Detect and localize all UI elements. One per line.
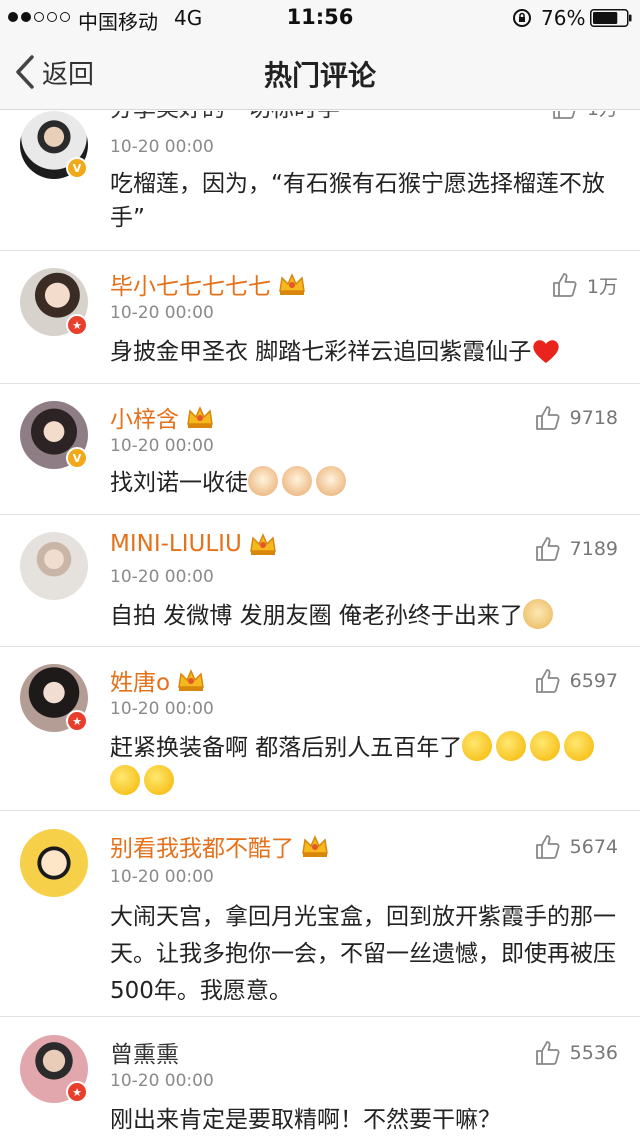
like-count: 1万 (587, 111, 618, 121)
avatar[interactable] (20, 532, 88, 600)
thumbs-up-icon (535, 669, 560, 693)
v-badge-icon: V (66, 157, 88, 179)
clap-emoji-icon (530, 731, 561, 761)
comment-time: 10-20 00:00 (110, 137, 214, 157)
heart-icon (533, 340, 559, 363)
comment-username[interactable]: MINI-LIULIU (110, 531, 278, 557)
comment-text: 找刘诺一收徒 (110, 466, 620, 500)
vip-crown-icon (249, 533, 276, 555)
comment-text: 吃榴莲，因为，“有石猴有石猴宁愿选择榴莲不放手” (110, 171, 605, 231)
vip-crown-icon (187, 406, 213, 428)
comment-text: 大闹天宫，拿回月光宝盒，回到放开紫霞手的那一天。让我多抱你一会，不留一丝遗憾，即… (110, 904, 616, 1004)
thumbs-up-icon (535, 537, 560, 561)
vip-crown-icon (279, 273, 305, 295)
thumbs-up-icon (535, 406, 560, 430)
comment-item: MINI-LIULIU 10-20 00:00 自拍 发微博 发朋友圈 俺老孙终… (0, 515, 640, 647)
vip-crown-icon (302, 835, 328, 857)
like-button[interactable]: 5536 (534, 1039, 618, 1067)
comment-item: 别看我我都不酷了 10-20 00:00 大闹天宫，拿回月光宝盒，回到放开紫霞手… (0, 811, 640, 1017)
thumbs-up-icon (535, 1041, 560, 1065)
comment-item: V 小梓含 10-20 00:00 找刘诺一收徒 9718 (0, 384, 640, 515)
like-count: 7189 (569, 538, 618, 560)
like-button[interactable]: 5674 (534, 833, 618, 861)
like-count: 5536 (569, 1042, 618, 1064)
star-badge-icon: ★ (66, 1081, 88, 1103)
comment-item: ★ 毕小七七七七七 10-20 00:00 身披金甲圣衣 脚踏七彩祥云追回紫霞仙… (0, 251, 640, 384)
comment-username[interactable]: 小梓含 (110, 400, 215, 434)
comment-username[interactable]: 姓唐o (110, 663, 206, 697)
like-button[interactable]: 9718 (534, 404, 618, 432)
comment-time: 10-20 00:00 (110, 1071, 214, 1091)
comment-text: 刚出来肯定是要取精啊！不然要干嘛？ (110, 1107, 501, 1133)
clap-emoji-icon (496, 731, 527, 761)
clap-emoji-icon (144, 765, 174, 795)
comment-time: 10-20 00:00 (110, 699, 214, 719)
battery-icon (590, 9, 632, 27)
thumbs-up-icon (553, 111, 576, 119)
like-button[interactable]: 1万 (551, 111, 618, 121)
comment-item: V 分享美好的一切标时学 10-20 00:00 吃榴莲，因为，“有石猴有石猴宁… (0, 111, 640, 251)
like-button[interactable]: 1万 (551, 271, 618, 299)
comment-username[interactable]: 别看我我都不酷了 (110, 829, 330, 863)
comment-time: 10-20 00:00 (110, 436, 214, 456)
comment-text: 赶紧换装备啊 都落后别人五百年了 (110, 731, 620, 799)
like-count: 5674 (569, 836, 618, 858)
comment-time: 10-20 00:00 (110, 867, 214, 887)
avatar[interactable] (20, 829, 88, 897)
star-badge-icon: ★ (66, 710, 88, 732)
page-title: 热门评论 (263, 59, 376, 92)
cat-emoji-icon (282, 466, 312, 496)
cat-emoji-icon (316, 466, 346, 496)
like-count: 6597 (569, 670, 618, 692)
clap-emoji-icon (564, 731, 595, 761)
comment-text: 自拍 发微博 发朋友圈 俺老孙终于出来了 (110, 599, 620, 633)
comment-item: ★ 曾熏熏 10-20 00:00 刚出来肯定是要取精啊！不然要干嘛？ 5536 (0, 1017, 640, 1138)
comment-item: ★ 姓唐o 10-20 00:00 赶紧换装备啊 都落后别人五百年了 6597 (0, 647, 640, 811)
like-count: 1万 (586, 275, 618, 298)
comment-username[interactable]: 毕小七七七七七 (110, 267, 307, 301)
navigation-bar: 返回 热门评论 (0, 36, 640, 110)
like-button[interactable]: 6597 (534, 667, 618, 695)
comment-username[interactable]: 曾熏熏 (110, 1035, 179, 1069)
like-button[interactable]: 7189 (534, 535, 618, 563)
comment-text: 身披金甲圣衣 脚踏七彩祥云追回紫霞仙子 (110, 335, 620, 369)
clap-emoji-icon (110, 765, 140, 795)
doge-emoji-icon (522, 599, 553, 629)
thumbs-up-icon (535, 835, 560, 859)
like-count: 9718 (569, 407, 618, 429)
star-badge-icon: ★ (66, 314, 88, 336)
cat-emoji-icon (248, 466, 278, 496)
thumbs-up-icon (553, 273, 577, 297)
vip-crown-icon (178, 669, 204, 691)
clap-emoji-icon (462, 731, 493, 761)
battery-percent: 76% (541, 6, 586, 30)
comment-username[interactable]: 分享美好的一切标时学 (110, 111, 340, 123)
comment-time: 10-20 00:00 (110, 303, 214, 323)
comment-time: 10-20 00:00 (110, 567, 214, 587)
rotation-lock-icon (513, 9, 531, 27)
comment-list[interactable]: V 分享美好的一切标时学 10-20 00:00 吃榴莲，因为，“有石猴有石猴宁… (0, 111, 640, 1138)
status-bar: 中国移动 4G 11:56 76% (0, 0, 640, 36)
v-badge-icon: V (66, 447, 88, 469)
